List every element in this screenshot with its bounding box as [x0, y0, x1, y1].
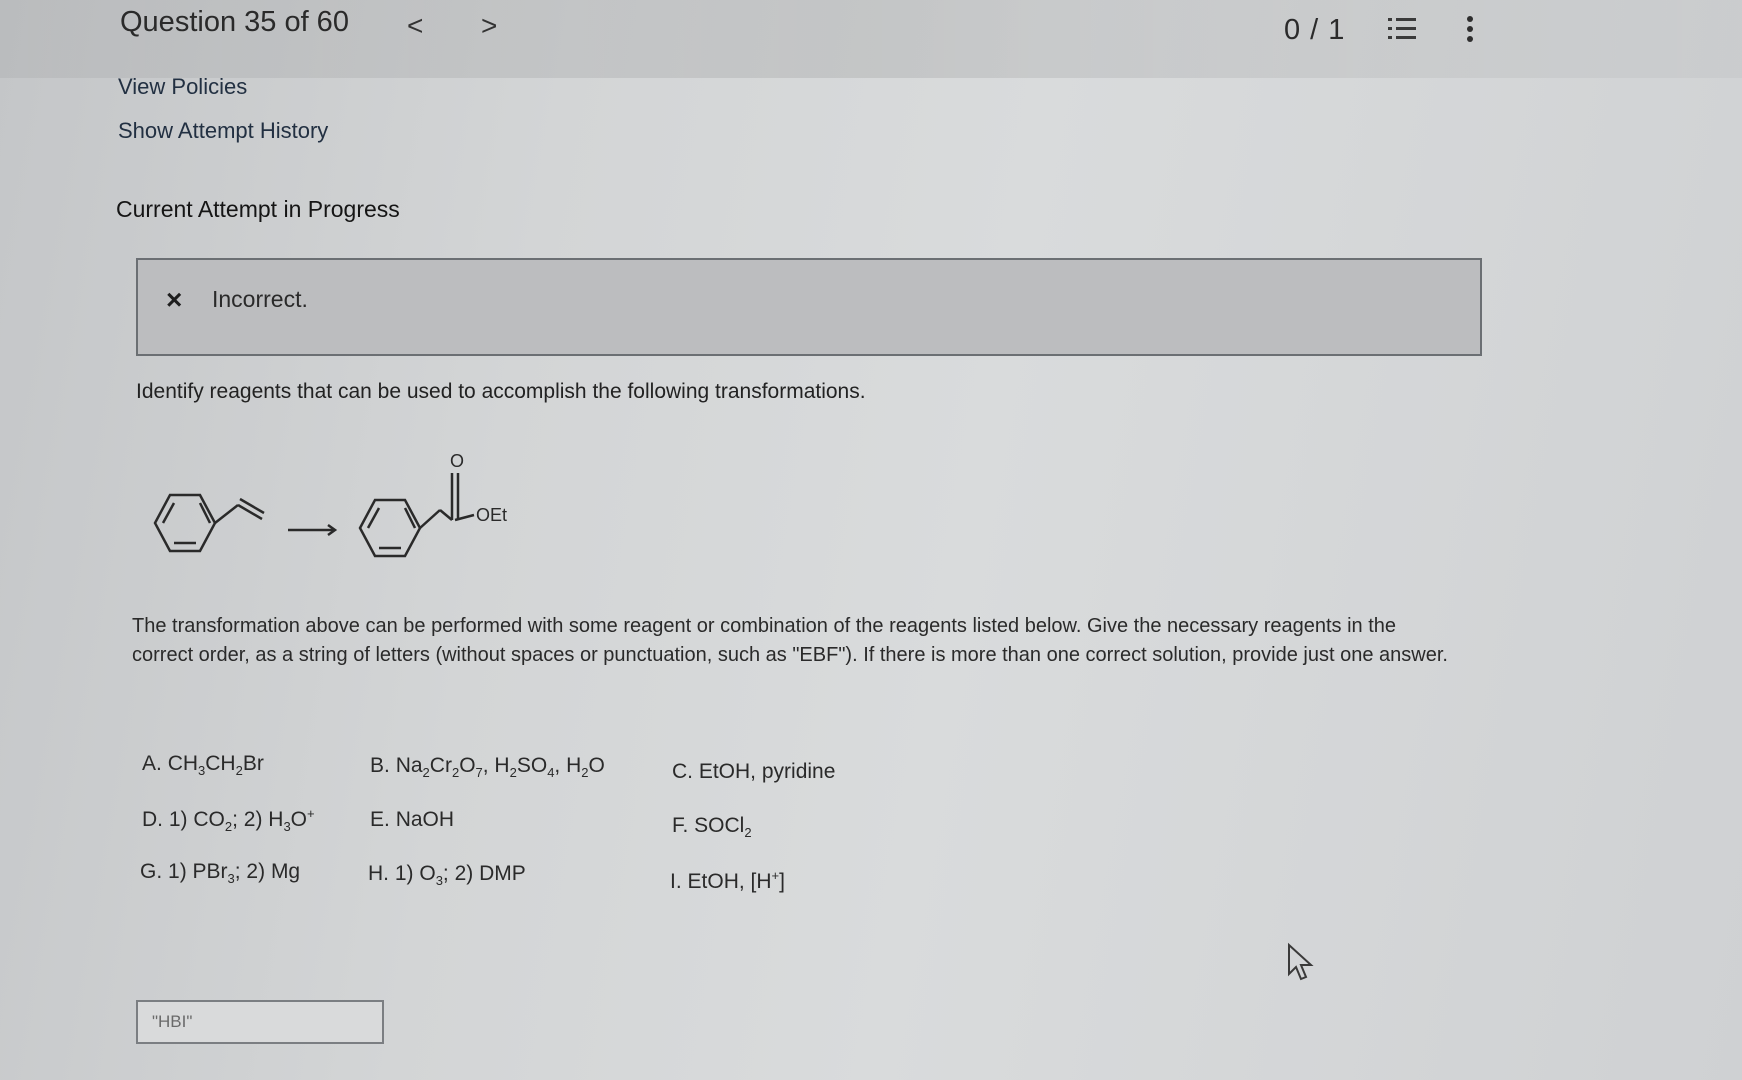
option-letter: D.	[142, 808, 169, 831]
question-prompt: Identify reagents that can be used to ac…	[136, 380, 866, 403]
option-text-part: EtOH, [H	[687, 870, 772, 893]
option-letter: F.	[672, 814, 695, 837]
option-text-part: Na	[395, 754, 423, 777]
option-letter: C.	[672, 760, 699, 783]
vinyl-bond	[214, 504, 239, 524]
option-letter: A.	[142, 752, 168, 775]
option-text-part: ; 2) DMP	[442, 862, 526, 885]
show-attempt-history-link[interactable]: Show Attempt History	[118, 118, 328, 144]
view-policies-link[interactable]: View Policies	[118, 74, 247, 100]
option-text-part: CH	[167, 752, 199, 775]
option-b: B. Na2Cr2O7, H2SO4, H2O	[370, 754, 605, 780]
option-text-part: , H	[482, 754, 510, 777]
feedback-banner: × Incorrect.	[136, 258, 1482, 356]
option-text-part: ; 2) Mg	[234, 860, 301, 883]
option-text-part: NaOH	[395, 808, 455, 831]
option-text-part: SO	[516, 754, 548, 777]
option-g: G. 1) PBr3; 2) Mg	[140, 860, 300, 886]
close-icon: ×	[166, 284, 183, 315]
option-text-part: O	[459, 754, 476, 777]
ethoxy-label: OEt	[476, 505, 507, 525]
current-attempt-heading: Current Attempt in Progress	[116, 196, 400, 222]
option-text-part: 2	[509, 765, 517, 781]
option-letter: G.	[140, 860, 169, 883]
option-text-part: 2	[581, 765, 589, 781]
option-text-part: 2	[235, 763, 243, 779]
more-vert-icon[interactable]	[1464, 14, 1476, 49]
option-text-part: 1) CO	[168, 808, 225, 831]
option-text-part: Cr	[429, 754, 452, 777]
option-text-part: EtOH, pyridine	[698, 760, 836, 783]
option-d: D. 1) CO2; 2) H3O+	[142, 806, 315, 834]
option-a: A. CH3CH2Br	[142, 752, 264, 778]
option-text-part: 2	[422, 765, 430, 781]
answer-input[interactable]	[136, 1000, 384, 1044]
option-f: F. SOCl2	[672, 814, 752, 840]
option-i: I. EtOH, [H+]	[670, 868, 785, 894]
option-text-part: Br	[242, 752, 264, 775]
option-text-part: 1) PBr	[168, 860, 228, 883]
next-question-button[interactable]: >	[481, 10, 497, 42]
previous-question-button[interactable]: <	[407, 10, 423, 42]
mouse-pointer-icon	[1288, 942, 1314, 981]
question-counter: Question 35 of 60	[120, 6, 349, 38]
feedback-message: Incorrect.	[212, 286, 308, 312]
option-text-part: 3	[435, 873, 443, 889]
score-display: 0 / 1	[1284, 14, 1346, 46]
option-text-part: 2	[744, 825, 752, 841]
option-text-part: ; 2) H	[232, 808, 284, 831]
option-e: E. NaOH	[370, 808, 454, 832]
option-text-part: ]	[779, 870, 785, 893]
option-c: C. EtOH, pyridine	[672, 760, 835, 784]
option-text-part: CH	[205, 752, 236, 775]
option-letter: E.	[370, 808, 396, 831]
question-description: The transformation above can be performe…	[132, 615, 1448, 666]
option-h: H. 1) O3; 2) DMP	[368, 862, 526, 888]
option-letter: B.	[370, 754, 396, 777]
option-text-part: +	[771, 868, 780, 883]
option-text-part: +	[307, 806, 315, 821]
carbonyl-oxygen-label: O	[450, 451, 464, 471]
option-letter: H.	[368, 862, 395, 885]
option-text-part: 3	[227, 871, 235, 887]
option-text-part: O	[290, 808, 308, 831]
option-text-part: O	[588, 754, 605, 777]
option-text-part: 7	[475, 765, 483, 781]
option-letter: I.	[670, 870, 688, 893]
reaction-scheme: O OEt	[153, 451, 507, 558]
option-text-part: 1) O	[394, 862, 436, 885]
option-text-part: , H	[554, 754, 582, 777]
list-icon[interactable]	[1386, 14, 1418, 49]
option-text-part: SOCl	[694, 814, 745, 837]
option-text-part: 2	[224, 819, 233, 835]
option-text-part: 3	[283, 819, 291, 835]
